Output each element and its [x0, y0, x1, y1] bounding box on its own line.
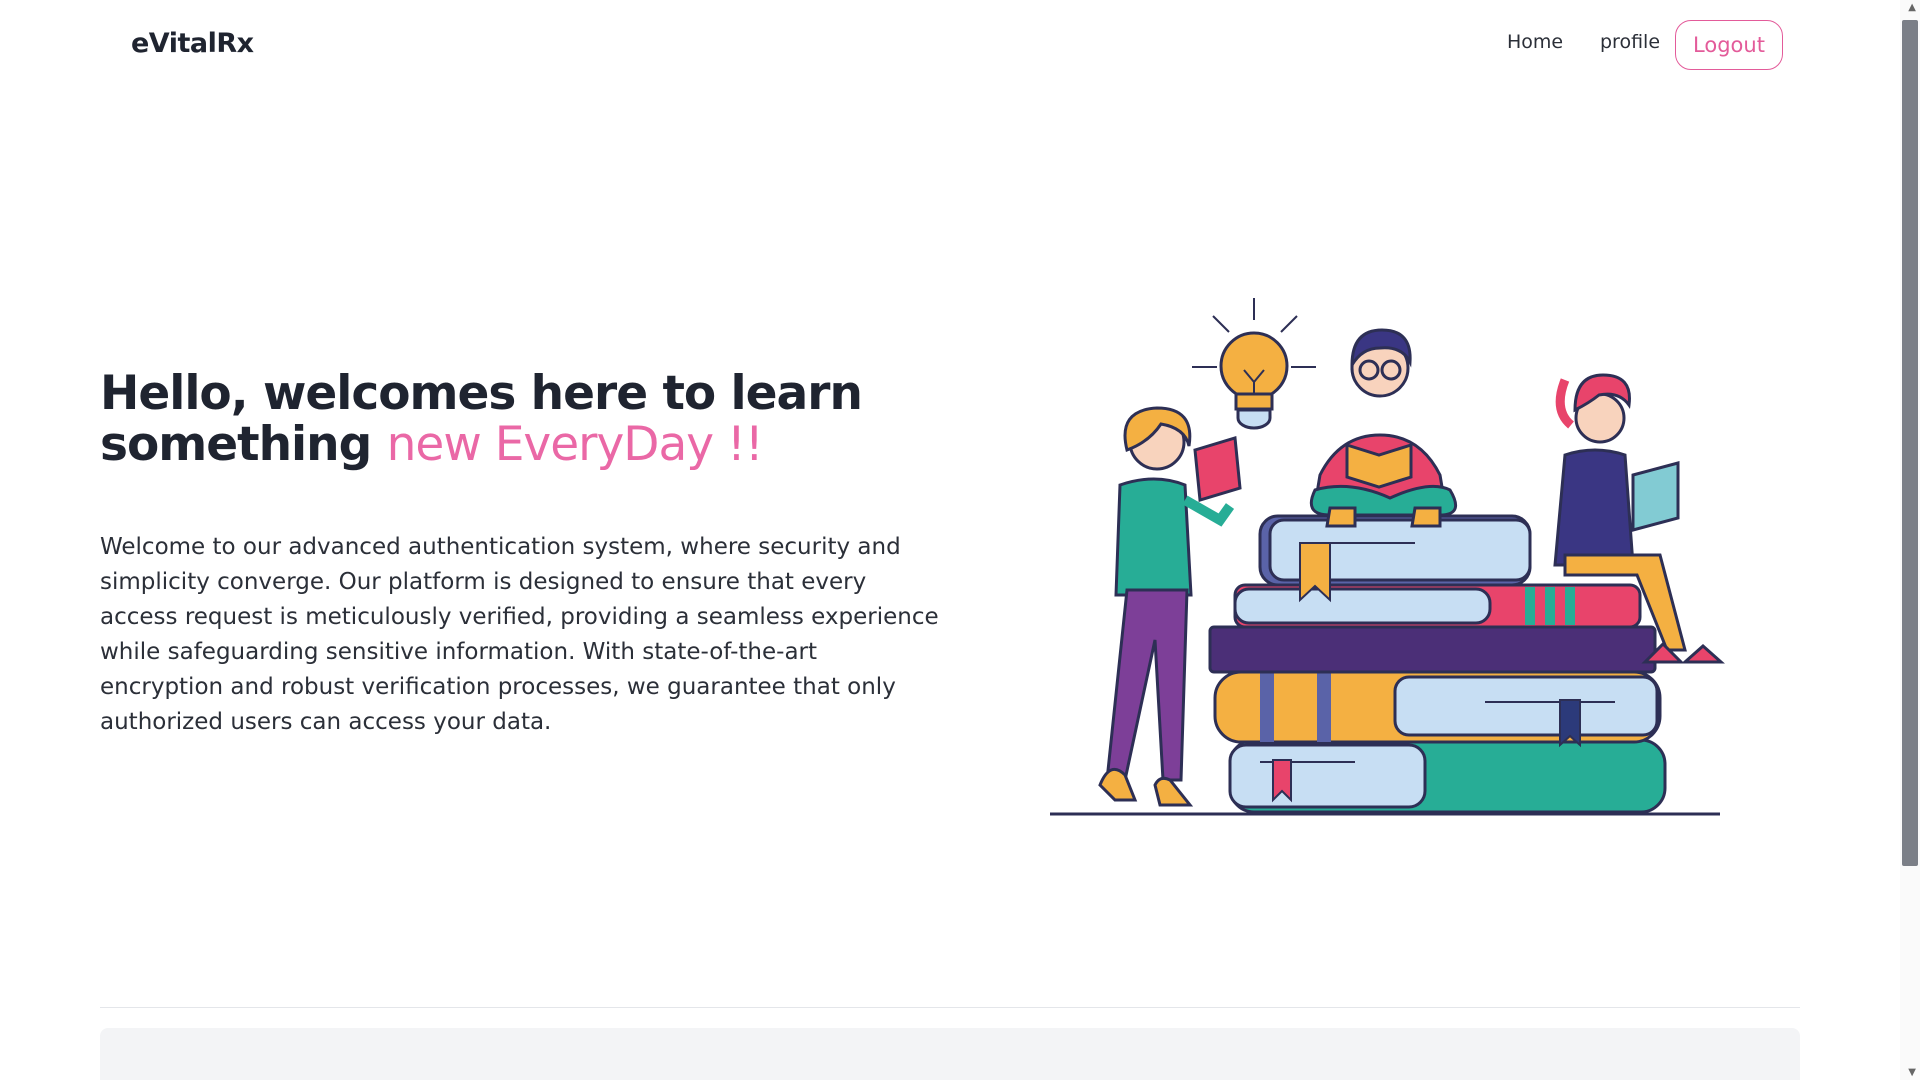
hero-description: Welcome to our advanced authentication s…: [100, 534, 939, 735]
hero-title: Hello, welcomes here to learn something …: [100, 368, 920, 470]
hero-title-line2: something: [100, 417, 372, 472]
brand-logo[interactable]: eVitalRx: [131, 28, 254, 59]
logout-button[interactable]: Logout: [1675, 20, 1783, 70]
nav-link-profile[interactable]: profile: [1600, 31, 1660, 53]
reading-people-illustration: [1050, 298, 1725, 816]
vertical-scrollbar[interactable]: ▲ ▼: [1900, 0, 1920, 1080]
scroll-up-arrow-icon[interactable]: ▲: [1908, 2, 1916, 13]
standing-woman-figure: [1098, 406, 1242, 807]
scrollbar-thumb[interactable]: [1902, 20, 1918, 866]
nav-link-home[interactable]: Home: [1507, 31, 1563, 53]
bottom-panel: [100, 1028, 1800, 1080]
navbar: eVitalRx Home profile Logout: [0, 0, 1900, 92]
section-divider: [100, 1007, 1800, 1008]
scroll-down-arrow-icon[interactable]: ▼: [1908, 1067, 1916, 1078]
sitting-boy-figure: [1309, 328, 1458, 528]
lightbulb-icon: [1192, 298, 1316, 430]
hero-title-line1: Hello, welcomes here to learn: [100, 366, 863, 421]
hero-title-accent: new EveryDay !!: [386, 417, 764, 472]
